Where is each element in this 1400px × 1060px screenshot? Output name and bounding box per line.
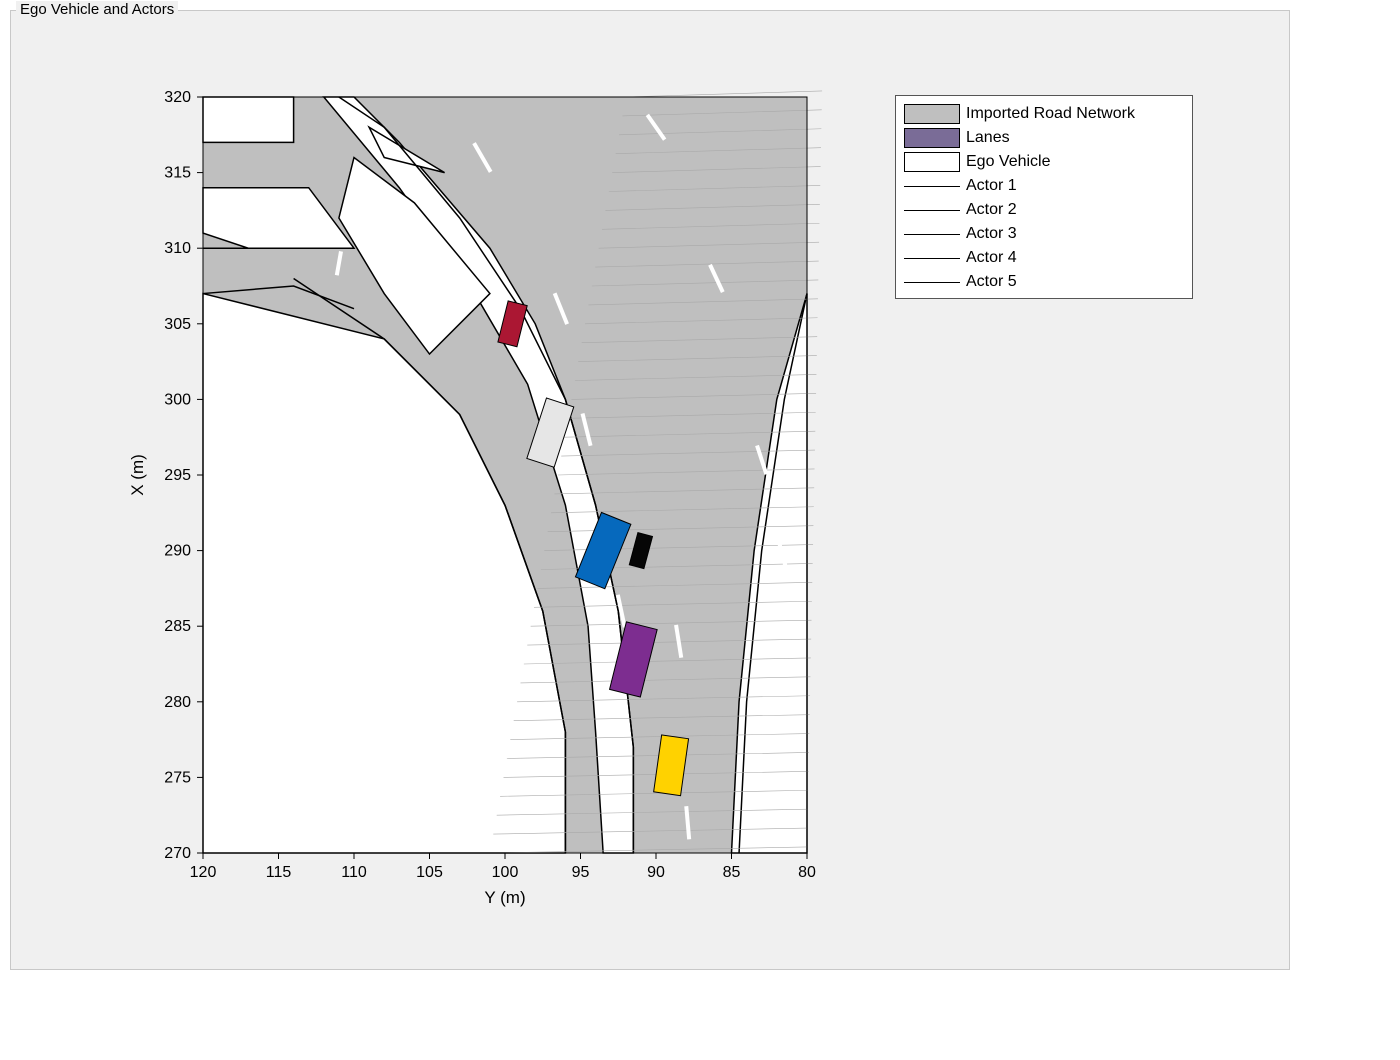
svg-text:90: 90 [647,864,665,881]
plot-legend[interactable]: Imported Road Network Lanes Ego Vehicle Act… [895,95,1193,299]
bird-eye-plot[interactable]: 1201151101051009590858027027528028529029… [203,97,807,853]
legend-item[interactable]: Actor 3 [904,222,1184,246]
legend-item[interactable]: Actor 1 [904,174,1184,198]
svg-text:270: 270 [164,845,191,862]
legend-line [904,258,960,259]
svg-text:80: 80 [798,864,816,881]
legend-label: Imported Road Network [966,105,1135,123]
svg-text:85: 85 [723,864,741,881]
svg-text:115: 115 [266,864,292,881]
panel-title: Ego Vehicle and Actors [16,1,178,18]
legend-item[interactable]: Ego Vehicle [904,150,1184,174]
x-axis-label: Y (m) [484,888,525,907]
svg-text:280: 280 [164,694,191,711]
svg-text:300: 300 [164,391,191,408]
legend-item[interactable]: Actor 5 [904,270,1184,294]
legend-item[interactable]: Lanes [904,126,1184,150]
legend-label: Lanes [966,129,1010,147]
svg-text:100: 100 [492,864,519,881]
legend-line [904,282,960,283]
legend-label: Actor 2 [966,201,1017,219]
svg-text:105: 105 [416,864,443,881]
legend-item[interactable]: Actor 4 [904,246,1184,270]
svg-text:315: 315 [164,165,191,182]
legend-label: Actor 4 [966,249,1017,267]
svg-text:305: 305 [164,316,191,333]
legend-line [904,186,960,187]
svg-text:320: 320 [164,89,191,106]
legend-label: Actor 5 [966,273,1017,291]
legend-label: Actor 1 [966,177,1017,195]
legend-swatch [904,128,960,148]
svg-text:275: 275 [164,769,191,786]
y-axis-label: X (m) [128,454,147,496]
svg-text:110: 110 [341,864,367,881]
scenario-panel: Ego Vehicle and Actors 12011511010510095… [10,10,1290,970]
legend-swatch [904,104,960,124]
legend-swatch [904,152,960,172]
svg-text:120: 120 [190,864,217,881]
legend-line [904,210,960,211]
svg-text:285: 285 [164,618,191,635]
legend-item[interactable]: Actor 2 [904,198,1184,222]
legend-label: Ego Vehicle [966,153,1051,171]
legend-label: Actor 3 [966,225,1017,243]
svg-text:290: 290 [164,543,191,560]
svg-text:295: 295 [164,467,191,484]
plot-svg: 1201151101051009590858027027528028529029… [203,97,807,853]
svg-text:310: 310 [164,240,191,257]
legend-item[interactable]: Imported Road Network [904,102,1184,126]
legend-line [904,234,960,235]
svg-text:95: 95 [572,864,590,881]
